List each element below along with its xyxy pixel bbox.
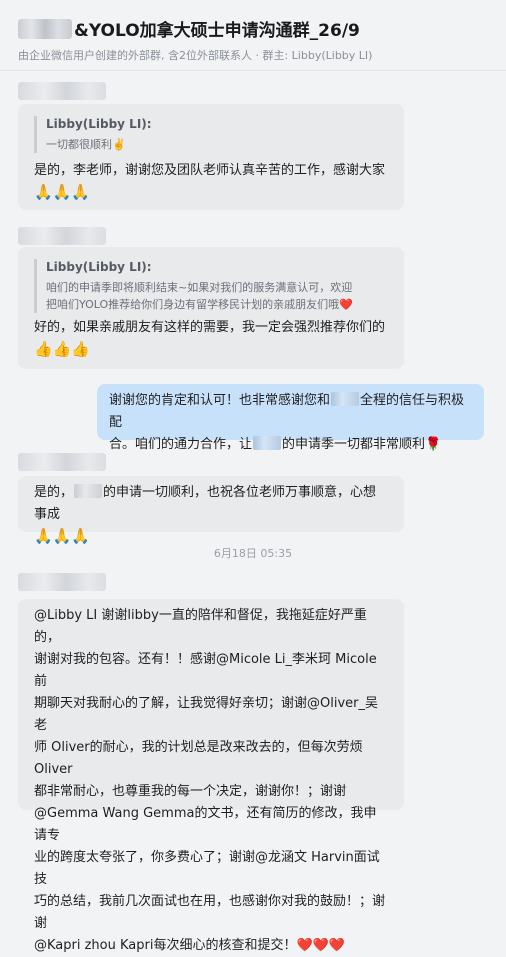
message-text: 是的，李老师，谢谢您及团队老师认真辛苦的工作，感谢大家 [34,163,386,178]
chat-title-text: &YOLO加拿大硕士申请沟通群_26/9 [74,21,360,41]
text-fragment: 谢谢您的肯定和认可！也非常感谢您和 [109,393,331,408]
sender-name-redacted [18,453,106,471]
message-text-line: 巧的总结，我前几次面试也在用，也感谢你对我的鼓励！；谢谢 [34,894,386,931]
message-text-line: 谢谢您的肯定和认可！也非常感谢您和 全程的信任与积极配 [109,390,472,434]
message-bubble[interactable]: Libby(Libby LI): 一切都很顺利✌️ 是的，李老师，谢谢您及团队老… [18,104,404,210]
message-text-line: 师 Oliver的耐心，我的计划总是改来改去的，但每次劳烦Oliver [34,740,363,777]
message-bubble[interactable]: @Libby LI 谢谢libby一直的陪伴和督促，我拖延症好严重的， 谢谢对我… [18,599,404,953]
own-message-bubble[interactable]: 谢谢您的肯定和认可！也非常感谢您和 全程的信任与积极配 合。咱们的通力合作，让 的申… [97,384,484,452]
message-text-line: 谢谢对我的包容。还有！！感谢@Micole Li_李米珂 Micole前 [34,652,377,689]
text-fragment: 合。咱们的通力合作，让 [109,437,253,452]
message-text-line: 业的跨度太夸张了，你多费心了；谢谢@龙涵文 Harvin面试技 [34,850,380,887]
message-text-line: @Kapri zhou Kapri每次细心的核查和提交！❤️❤️❤️ [34,938,346,953]
header-divider [0,70,506,71]
sender-name-redacted [18,573,106,591]
sender-name-redacted [18,227,106,245]
message-text-line: 期聊天对我耐心的了解，让我觉得好亲切；谢谢@Oliver_吴老 [34,696,378,733]
message-text-line: 合。咱们的通力合作，让 的申请季一切都非常顺利🌹 [109,434,472,456]
quote-author: Libby(Libby LI): [46,260,152,274]
message-bubble[interactable]: Libby(Libby LI): 咱们的申请季即将顺利结束~如果对我们的服务满意… [18,247,404,369]
emoji-row: 👍👍👍 [34,340,91,358]
message-timestamp: 6月18日 05:35 [213,547,293,560]
quote-text-line: 咱们的申请季即将顺利结束~如果对我们的服务满意认可，欢迎 [46,281,353,294]
redacted-name [253,436,282,450]
redacted-name [331,392,360,406]
message-text-line: @Libby LI 谢谢libby一直的陪伴和督促，我拖延症好严重的， [34,608,367,645]
chat-title[interactable]: &YOLO加拿大硕士申请沟通群_26/9 [18,16,360,41]
text-fragment: 的申请季一切都非常顺利🌹 [282,437,442,452]
emoji-row: 🙏🙏🙏 [34,183,91,201]
emoji-row: 🙏🙏🙏 [34,527,91,545]
quote-author: Libby(Libby LI): [46,117,152,131]
quote-text: 一切都很顺利✌️ [46,138,126,151]
quoted-message[interactable]: Libby(Libby LI): 一切都很顺利✌️ [34,116,388,153]
message-bubble[interactable]: 是的， 的申请一切顺利，也祝各位老师万事顺意，心想事成 🙏🙏🙏 [18,476,404,545]
quote-text-line: 把咱们YOLO推荐给你们身边有留学移民计划的亲戚朋友们哦❤️ [46,298,353,311]
sender-name-redacted [18,82,106,100]
message-text: 好的，如果亲戚朋友有这样的需要，我一定会强烈推荐你们的 [34,320,386,335]
message-text: 是的， 的申请一切顺利，也祝各位老师万事顺意，心想事成 [34,482,388,526]
quoted-message[interactable]: Libby(Libby LI): 咱们的申请季即将顺利结束~如果对我们的服务满意… [34,259,388,313]
text-fragment: 是的， [34,485,74,500]
message-text-line: 都非常耐心，也尊重我的每一个决定，谢谢你！；谢谢 [34,784,347,799]
redacted-name [74,484,103,498]
chat-header: &YOLO加拿大硕士申请沟通群_26/9 由企业微信用户创建的外部群, 含2位外… [0,0,506,72]
message-text-line: @Gemma Wang Gemma的文书，还有简历的修改，我申请专 [34,806,377,843]
chat-subtitle: 由企业微信用户创建的外部群, 含2位外部联系人 · 群主: Libby(Libb… [18,49,373,62]
redacted-name [18,18,72,39]
